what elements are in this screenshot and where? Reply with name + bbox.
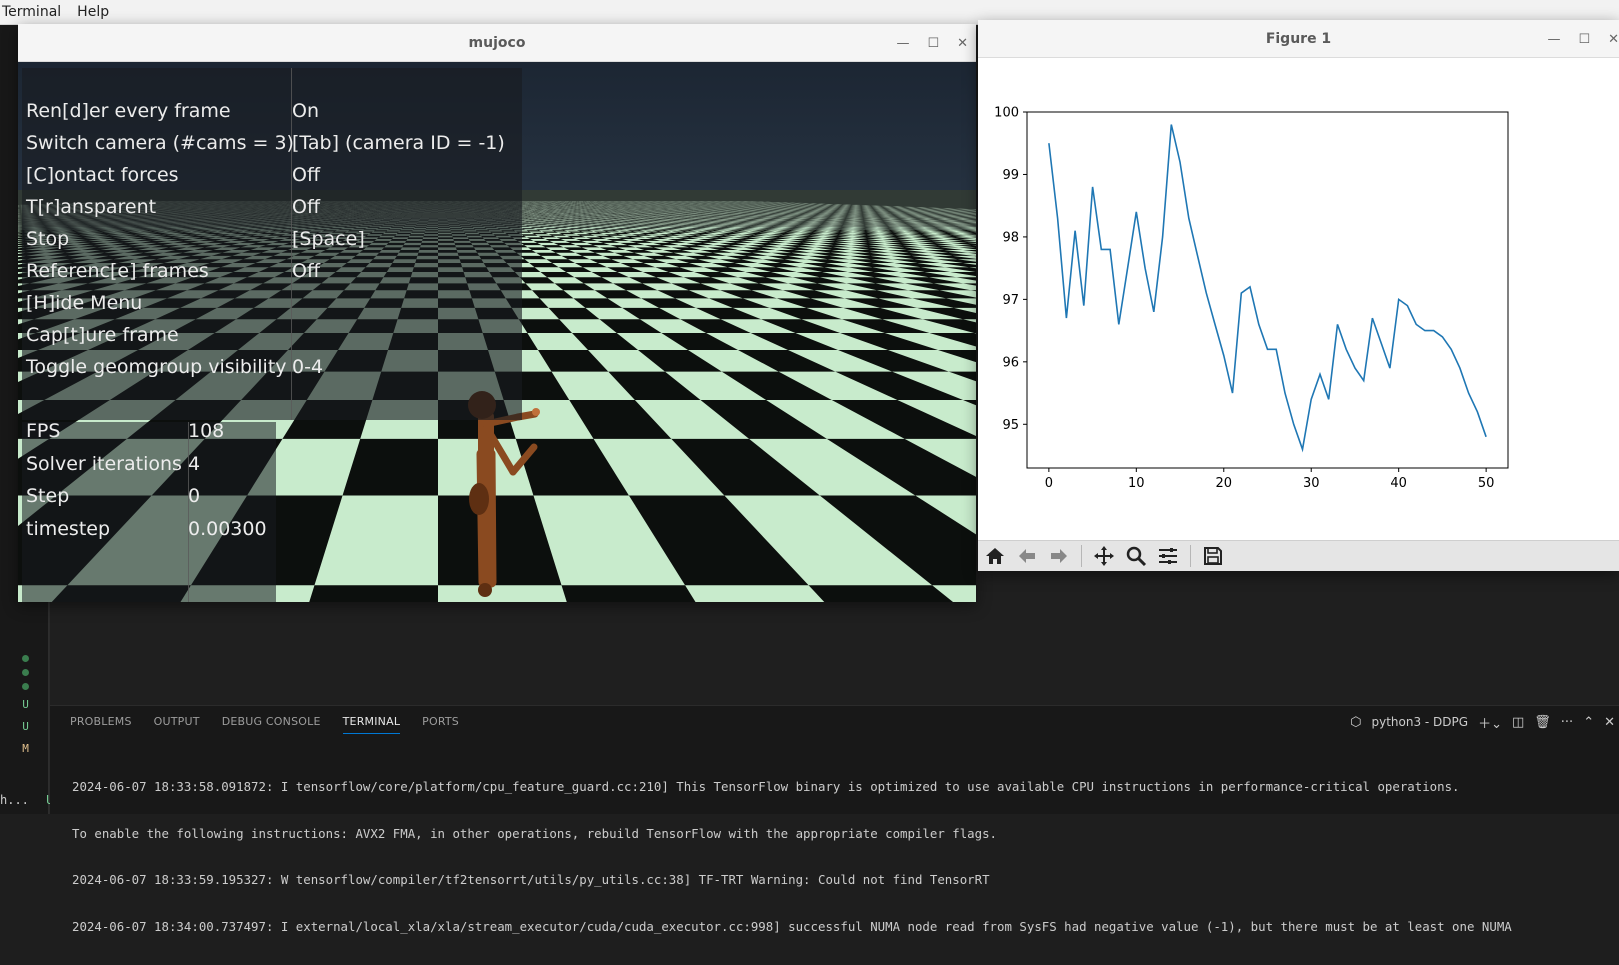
menu-help[interactable]: Help [75, 4, 111, 20]
more-icon[interactable]: ··· [1561, 715, 1573, 730]
tab-problems[interactable]: PROBLEMS [70, 706, 132, 738]
terminal-line: 2024-06-07 18:33:58.091872: I tensorflow… [72, 779, 1617, 795]
maximize-icon[interactable]: ☐ [927, 36, 939, 51]
maximize-panel-icon[interactable]: ⌃ [1583, 715, 1594, 730]
mujoco-window: mujoco — ☐ ✕ Ren[d]er every frameOnSwitc… [18, 24, 976, 602]
minimize-icon[interactable]: — [896, 36, 909, 51]
terminal-line: 2024-06-07 18:34:00.737497: I external/l… [72, 919, 1617, 935]
mujoco-viewport[interactable]: Ren[d]er every frameOnSwitch camera (#ca… [18, 62, 976, 602]
close-icon[interactable]: ✕ [957, 36, 968, 51]
trash-icon[interactable]: 🗑 [1534, 715, 1551, 730]
mujoco-titlebar[interactable]: mujoco [18, 24, 976, 62]
bottom-panel: PROBLEMS OUTPUT DEBUG CONSOLE TERMINAL P… [50, 705, 1619, 814]
close-panel-icon[interactable]: ✕ [1604, 715, 1615, 730]
terminal-line: 2024-06-07 18:33:59.195327: W tensorflow… [72, 872, 1617, 888]
status-dot [22, 655, 29, 662]
tab-output[interactable]: OUTPUT [154, 706, 200, 738]
explorer-item-truncated[interactable]: h... U [0, 793, 53, 807]
git-status-modified: M [22, 741, 29, 756]
scm-status-column: U U M [22, 655, 29, 756]
window-controls: — ☐ ✕ [896, 24, 968, 62]
terminal-output[interactable]: 2024-06-07 18:33:58.091872: I tensorflow… [72, 748, 1617, 965]
panel-tabs: PROBLEMS OUTPUT DEBUG CONSOLE TERMINAL P… [70, 706, 459, 738]
new-terminal-icon[interactable]: ＋⌄ [1478, 713, 1502, 732]
tab-terminal[interactable]: TERMINAL [343, 706, 401, 738]
git-status-untracked: U [22, 719, 29, 734]
window-title: mujoco [469, 35, 526, 51]
menu-terminal[interactable]: Terminal [0, 4, 63, 20]
split-terminal-icon[interactable]: ◫ [1512, 715, 1524, 730]
terminal-icon: ⬡ [1350, 715, 1361, 730]
panel-actions: ⬡ python3 - DDPG ＋⌄ ◫ 🗑 ··· ⌃ ✕ [1350, 706, 1619, 738]
tab-debug-console[interactable]: DEBUG CONSOLE [222, 706, 321, 738]
terminal-name[interactable]: python3 - DDPG [1371, 715, 1468, 729]
tab-ports[interactable]: PORTS [422, 706, 459, 738]
git-status-untracked: U [22, 697, 29, 712]
terminal-line: To enable the following instructions: AV… [72, 826, 1617, 842]
status-dot [22, 669, 29, 676]
status-dot [22, 683, 29, 690]
